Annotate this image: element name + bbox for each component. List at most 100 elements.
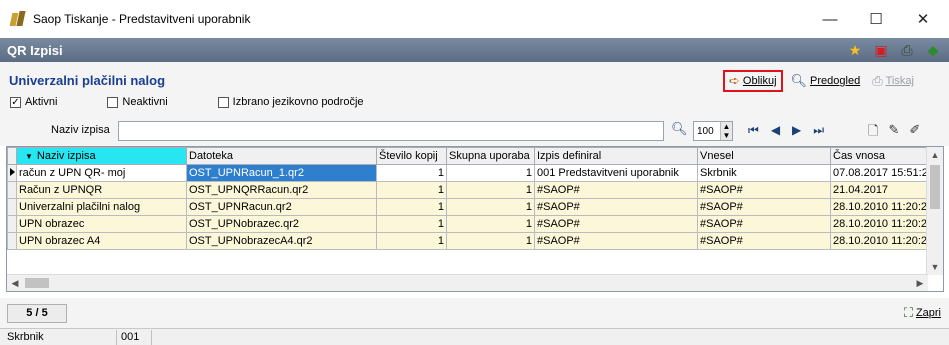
cell-definiral[interactable]: #SAOP# (534, 232, 698, 250)
cell-kopije[interactable]: 1 (376, 215, 447, 233)
cell-skupna[interactable]: 1 (446, 181, 535, 199)
cell-kopije[interactable]: 1 (376, 181, 447, 199)
table-row[interactable]: račun z UPN QR- moj OST_UPNRacun_1.qr2 1… (7, 164, 941, 182)
row-indicator (7, 232, 17, 250)
cell-definiral[interactable]: 001 Predstavitveni uporabnik (534, 164, 698, 182)
cell-naziv[interactable]: UPN obrazec (16, 215, 187, 233)
checkbox-aktivni[interactable]: ✓ Aktivni (10, 96, 57, 108)
cell-vnesel[interactable]: #SAOP# (697, 181, 831, 199)
horizontal-scroll-thumb[interactable] (25, 278, 49, 288)
pdf-icon[interactable]: ▣ (871, 40, 891, 60)
cell-cas[interactable]: 28.10.2010 11:20:2 (830, 215, 941, 233)
checkbox-jezikovno[interactable]: Izbrano jezikovno področje (217, 96, 364, 108)
cell-datoteka[interactable]: OST_UPNRacun.qr2 (186, 198, 377, 216)
book-icon[interactable]: ◆ (923, 40, 943, 60)
vertical-scroll-thumb[interactable] (930, 165, 940, 209)
cell-naziv[interactable]: Račun z UPNQR (16, 181, 187, 199)
cell-cas[interactable]: 07.08.2017 15:51:2 (830, 164, 941, 182)
maximize-button[interactable]: ☐ (853, 0, 899, 38)
sort-desc-icon: ▼ (25, 152, 33, 161)
vertical-scrollbar[interactable]: ▲ ▼ (926, 147, 943, 275)
status-user: Skrbnik (0, 330, 117, 345)
cell-definiral[interactable]: #SAOP# (534, 181, 698, 199)
cell-skupna[interactable]: 1 (446, 215, 535, 233)
checkbox-aktivni-box[interactable]: ✓ (10, 96, 21, 108)
scroll-up-icon[interactable]: ▲ (927, 147, 943, 163)
edit-record2-icon[interactable]: ✐ (909, 122, 920, 144)
oblikuj-button[interactable]: ➪ Oblikuj (723, 70, 783, 92)
stepper-arrows-icon[interactable]: ▲ ▼ (720, 122, 732, 140)
app-logo-icon (9, 11, 26, 27)
cell-datoteka[interactable]: OST_UPNRacun_1.qr2 (186, 164, 377, 182)
column-izpis-definiral[interactable]: Izpis definiral (534, 147, 698, 165)
column-naziv-izpisa[interactable]: ▼ Naziv izpisa (16, 147, 187, 165)
star-icon[interactable]: ★ (845, 40, 865, 60)
zoom-stepper[interactable]: 100 ▲ ▼ (693, 121, 733, 141)
printer-icon[interactable]: ⎙ (897, 40, 917, 60)
prev-record-icon[interactable]: ◀ (771, 123, 780, 138)
cell-datoteka[interactable]: OST_UPNQRRacun.qr2 (186, 181, 377, 199)
checkbox-jezikovno-box[interactable] (217, 96, 229, 108)
horizontal-scrollbar[interactable]: ◀ ▶ (7, 274, 928, 291)
row-indicator (7, 164, 17, 182)
column-stevilo-kopij[interactable]: Število kopij (376, 147, 447, 165)
cell-definiral[interactable]: #SAOP# (534, 215, 698, 233)
cell-vnesel[interactable]: #SAOP# (697, 198, 831, 216)
cell-cas[interactable]: 21.04.2017 (830, 181, 941, 199)
cell-naziv[interactable]: UPN obrazec A4 (16, 232, 187, 250)
predogled-button[interactable]: 🔍︎ Predogled (787, 70, 865, 92)
cell-vnesel[interactable]: #SAOP# (697, 215, 831, 233)
cell-cas[interactable]: 28.10.2010 11:20:2 (830, 232, 941, 250)
first-record-icon[interactable]: ⏮ (748, 123, 759, 138)
table-row[interactable]: Univerzalni plačilni nalog OST_UPNRacun.… (7, 198, 941, 216)
cell-datoteka[interactable]: OST_UPNobrazec.qr2 (186, 215, 377, 233)
page-title: Univerzalni plačilni nalog (9, 73, 166, 88)
scroll-down-icon[interactable]: ▼ (927, 259, 943, 275)
cell-skupna[interactable]: 1 (446, 232, 535, 250)
cell-vnesel[interactable]: #SAOP# (697, 232, 831, 250)
tiskaj-button[interactable]: ⎙ Tiskaj (868, 70, 918, 92)
column-vnesel[interactable]: Vnesel (697, 147, 831, 165)
table-row[interactable]: UPN obrazec A4 OST_UPNobrazecA4.qr2 1 1 … (7, 232, 941, 250)
zapri-label: Zapri (915, 307, 941, 319)
cell-skupna[interactable]: 1 (446, 198, 535, 216)
cell-kopije[interactable]: 1 (376, 232, 447, 250)
scroll-left-icon[interactable]: ◀ (7, 275, 23, 291)
toolbar: ➪ Oblikuj 🔍︎ Predogled ⎙ Tiskaj (723, 70, 922, 92)
last-record-icon[interactable]: ⏭ (813, 123, 824, 138)
print-icon: ⎙ (872, 73, 883, 88)
cell-kopije[interactable]: 1 (376, 198, 447, 216)
table-row[interactable]: UPN obrazec OST_UPNobrazec.qr2 1 1 #SAOP… (7, 215, 941, 233)
window-title: Saop Tiskanje - Predstavitveni uporabnik (33, 12, 251, 26)
new-record-icon[interactable]: 🗋 (868, 122, 878, 144)
cell-skupna[interactable]: 1 (446, 164, 535, 182)
column-cas-vnosa[interactable]: Čas vnosa (830, 147, 941, 165)
window-titlebar: Saop Tiskanje - Predstavitveni uporabnik… (0, 0, 949, 38)
table-row[interactable]: Račun z UPNQR OST_UPNQRRacun.qr2 1 1 #SA… (7, 181, 941, 199)
checkbox-neaktivni[interactable]: Neaktivni (107, 96, 168, 108)
cell-cas[interactable]: 28.10.2010 11:20:2 (830, 198, 941, 216)
minimize-button[interactable]: — (807, 0, 853, 38)
filter-checkboxes: ✓ Aktivni Neaktivni Izbrano jezikovno po… (10, 96, 386, 108)
column-skupna-uporaba[interactable]: Skupna uporaba (446, 147, 535, 165)
edit-record-icon[interactable]: ✎ (888, 122, 899, 144)
scroll-right-icon[interactable]: ▶ (912, 275, 928, 291)
predogled-label: Predogled (810, 75, 861, 87)
cell-kopije[interactable]: 1 (376, 164, 447, 182)
close-window-button[interactable]: ✕ (900, 0, 946, 38)
cell-naziv[interactable]: račun z UPN QR- moj (16, 164, 187, 182)
cell-vnesel[interactable]: Skrbnik (697, 164, 831, 182)
cell-naziv[interactable]: Univerzalni plačilni nalog (16, 198, 187, 216)
row-indicator (7, 198, 17, 216)
column-datoteka[interactable]: Datoteka (186, 147, 377, 165)
next-record-icon[interactable]: ▶ (792, 123, 801, 138)
checkbox-jezikovno-label: Izbrano jezikovno področje (232, 96, 364, 108)
checkbox-neaktivni-box[interactable] (107, 96, 119, 108)
zapri-button[interactable]: ⛶ Zapri (904, 305, 941, 321)
naziv-izpisa-input[interactable] (118, 121, 664, 141)
cell-definiral[interactable]: #SAOP# (534, 198, 698, 216)
search-icon[interactable]: 🔍︎ (671, 121, 688, 137)
naziv-izpisa-label: Naziv izpisa (51, 124, 110, 136)
row-indicator (7, 215, 17, 233)
cell-datoteka[interactable]: OST_UPNobrazecA4.qr2 (186, 232, 377, 250)
